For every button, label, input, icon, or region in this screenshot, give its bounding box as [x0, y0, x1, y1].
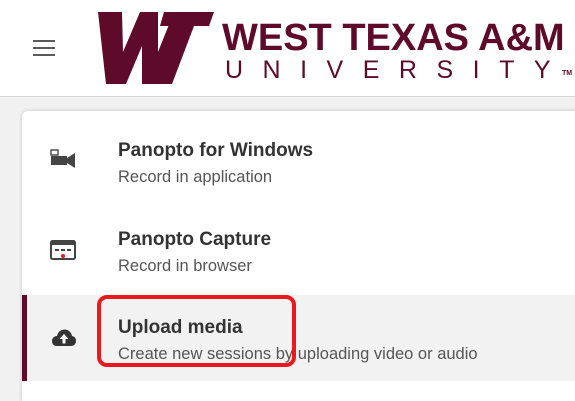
cloud-upload-icon: [52, 329, 76, 346]
menu-item-title: Panopto for Windows: [118, 140, 314, 161]
brand-name: WEST TEXAS A&M: [222, 17, 565, 59]
hamburger-icon[interactable]: [33, 40, 55, 56]
menu-item-title: Panopto Capture: [118, 229, 272, 250]
browser-record-icon: [50, 240, 76, 260]
menu-item-subtitle: Record in application: [118, 168, 273, 186]
annotation-highlight-box: [97, 295, 296, 367]
trademark-mark: TM: [562, 70, 573, 77]
video-camera-icon: [50, 149, 75, 168]
menu-item-panopto-for-windows[interactable]: Panopto for Windows Record in applicatio…: [22, 111, 575, 197]
menu-item-panopto-capture[interactable]: Panopto Capture Record in browser: [22, 201, 575, 287]
app-header: WEST TEXAS A&M UNIVERSITY TM: [0, 0, 575, 97]
wt-logo-mark-icon[interactable]: [92, 6, 214, 90]
menu-item-subtitle: Record in browser: [118, 257, 252, 275]
brand-subtitle: UNIVERSITY: [225, 56, 571, 84]
